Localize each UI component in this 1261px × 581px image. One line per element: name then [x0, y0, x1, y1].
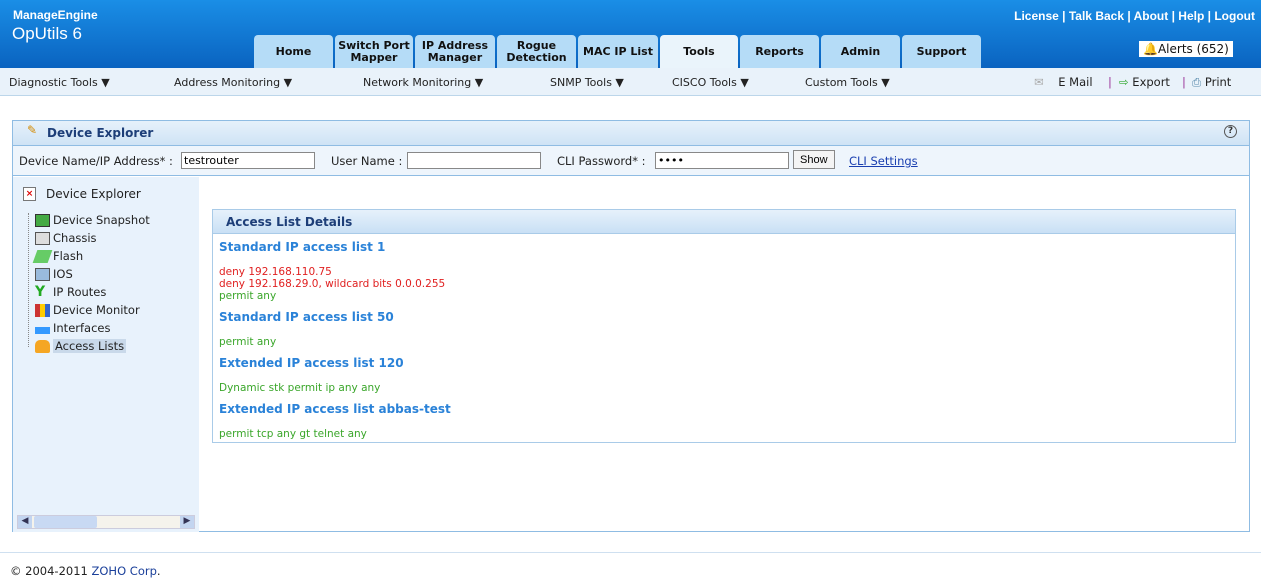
tree-item-device-monitor[interactable]: Device Monitor	[35, 303, 140, 317]
bell-icon: 🔔	[1143, 42, 1158, 56]
bar-chart-icon	[35, 303, 50, 317]
chassis-icon	[35, 231, 50, 245]
menu-diagnostic-tools[interactable]: Diagnostic Tools ▼	[9, 76, 110, 89]
license-link[interactable]: License	[1014, 9, 1059, 23]
tree-item-ios[interactable]: IOS	[35, 267, 73, 281]
details-title: Access List Details	[213, 210, 1235, 234]
envelope-icon: ✉	[1034, 75, 1044, 89]
rule: permit any	[219, 290, 277, 302]
tree-item-ip-routes[interactable]: Y IP Routes	[35, 283, 106, 300]
printer-icon: ⎙	[1192, 75, 1202, 89]
memory-chip-icon	[32, 249, 53, 263]
tab-mac-ip-list[interactable]: MAC IP List	[578, 35, 658, 68]
tv-icon	[35, 213, 50, 227]
menu-custom-tools[interactable]: Custom Tools ▼	[805, 76, 890, 89]
tree-item-interfaces[interactable]: Interfaces	[35, 321, 110, 335]
lock-icon	[35, 339, 50, 353]
zoho-link[interactable]: ZOHO Corp	[92, 564, 157, 578]
tree-root[interactable]: × Device Explorer	[23, 187, 141, 201]
email-button[interactable]: ✉ E Mail	[1034, 75, 1093, 89]
rule: deny 192.168.29.0, wildcard bits 0.0.0.2…	[219, 278, 446, 290]
cli-password-label: CLI Password* :	[557, 154, 646, 168]
access-list-title: Extended IP access list abbas-test	[219, 402, 451, 416]
user-name-input[interactable]	[407, 152, 541, 169]
menu-address-monitoring[interactable]: Address Monitoring ▼	[174, 76, 292, 89]
about-link[interactable]: About	[1134, 9, 1169, 23]
scroll-left-icon[interactable]: ◀	[18, 516, 32, 528]
access-list-title: Standard IP access list 1	[219, 240, 386, 254]
tab-rogue-detection[interactable]: Rogue Detection	[497, 35, 576, 68]
tree-item-chassis[interactable]: Chassis	[35, 231, 97, 245]
horizontal-scrollbar[interactable]: ◀ ▶	[17, 515, 195, 529]
top-links: License | Talk Back | About | Help | Log…	[1014, 9, 1255, 23]
user-name-label: User Name :	[331, 154, 403, 168]
alerts-label: Alerts (652)	[1157, 42, 1229, 56]
interface-icon	[35, 326, 50, 334]
tools-menu-bar: Diagnostic Tools ▼ Address Monitoring ▼ …	[0, 68, 1261, 96]
print-button[interactable]: ⎙ Print	[1192, 75, 1231, 90]
tab-switch-port-mapper[interactable]: Switch Port Mapper	[335, 35, 413, 68]
tab-reports[interactable]: Reports	[740, 35, 819, 68]
device-explorer-panel: ✎ Device Explorer ? Device Name/IP Addre…	[12, 120, 1250, 532]
tree-item-flash[interactable]: Flash	[32, 249, 83, 263]
tab-support[interactable]: Support	[902, 35, 981, 68]
rule: deny 192.168.110.75	[219, 266, 332, 278]
cli-settings-link[interactable]: CLI Settings	[849, 154, 918, 168]
panel-header: ✎ Device Explorer ?	[13, 121, 1249, 146]
cli-password-input[interactable]	[655, 152, 789, 169]
access-list-title: Extended IP access list 120	[219, 356, 404, 370]
help-icon[interactable]: ?	[1224, 125, 1237, 138]
tab-admin[interactable]: Admin	[821, 35, 900, 68]
menu-network-monitoring[interactable]: Network Monitoring ▼	[363, 76, 483, 89]
tab-home[interactable]: Home	[254, 35, 333, 68]
device-form: Device Name/IP Address* : User Name : CL…	[13, 146, 1249, 176]
scroll-thumb[interactable]	[34, 516, 97, 528]
rule: Dynamic stk permit ip any any	[219, 382, 381, 394]
device-tree: × Device Explorer Device Snapshot Chassi…	[13, 177, 199, 532]
talk-back-link[interactable]: Talk Back	[1069, 9, 1124, 23]
access-list-details: Access List Details Standard IP access l…	[212, 209, 1236, 443]
menu-snmp-tools[interactable]: SNMP Tools ▼	[550, 76, 624, 89]
brand-logo: ManageEngine	[13, 8, 98, 22]
computer-icon	[35, 267, 50, 281]
product-name: OpUtils 6	[12, 24, 82, 43]
rule: permit tcp any gt telnet any	[219, 428, 367, 440]
export-icon: ⇨	[1119, 75, 1129, 89]
export-button[interactable]: ⇨ Export	[1119, 75, 1170, 89]
device-label: Device Name/IP Address* :	[19, 154, 173, 168]
scroll-right-icon[interactable]: ▶	[180, 516, 194, 528]
tree-item-device-snapshot[interactable]: Device Snapshot	[35, 213, 150, 227]
tab-tools[interactable]: Tools	[660, 35, 738, 68]
device-input[interactable]	[181, 152, 315, 169]
alerts-button[interactable]: 🔔Alerts (652)	[1139, 41, 1233, 57]
tab-ip-address-manager[interactable]: IP Address Manager	[415, 35, 495, 68]
menu-cisco-tools[interactable]: CISCO Tools ▼	[672, 76, 749, 89]
footer: © 2004-2011 ZOHO Corp.	[0, 552, 1261, 581]
device-explorer-icon: ✎	[27, 123, 38, 137]
show-button[interactable]: Show	[793, 150, 835, 169]
help-link[interactable]: Help	[1178, 9, 1204, 23]
tree-item-access-lists[interactable]: Access Lists	[35, 339, 127, 353]
logout-link[interactable]: Logout	[1214, 9, 1255, 23]
close-icon[interactable]: ×	[23, 187, 36, 201]
access-list-title: Standard IP access list 50	[219, 310, 394, 324]
rule: permit any	[219, 336, 277, 348]
route-fork-icon: Y	[35, 283, 46, 300]
panel-title: Device Explorer	[47, 126, 154, 140]
header: ManageEngine OpUtils 6 License | Talk Ba…	[0, 0, 1261, 68]
